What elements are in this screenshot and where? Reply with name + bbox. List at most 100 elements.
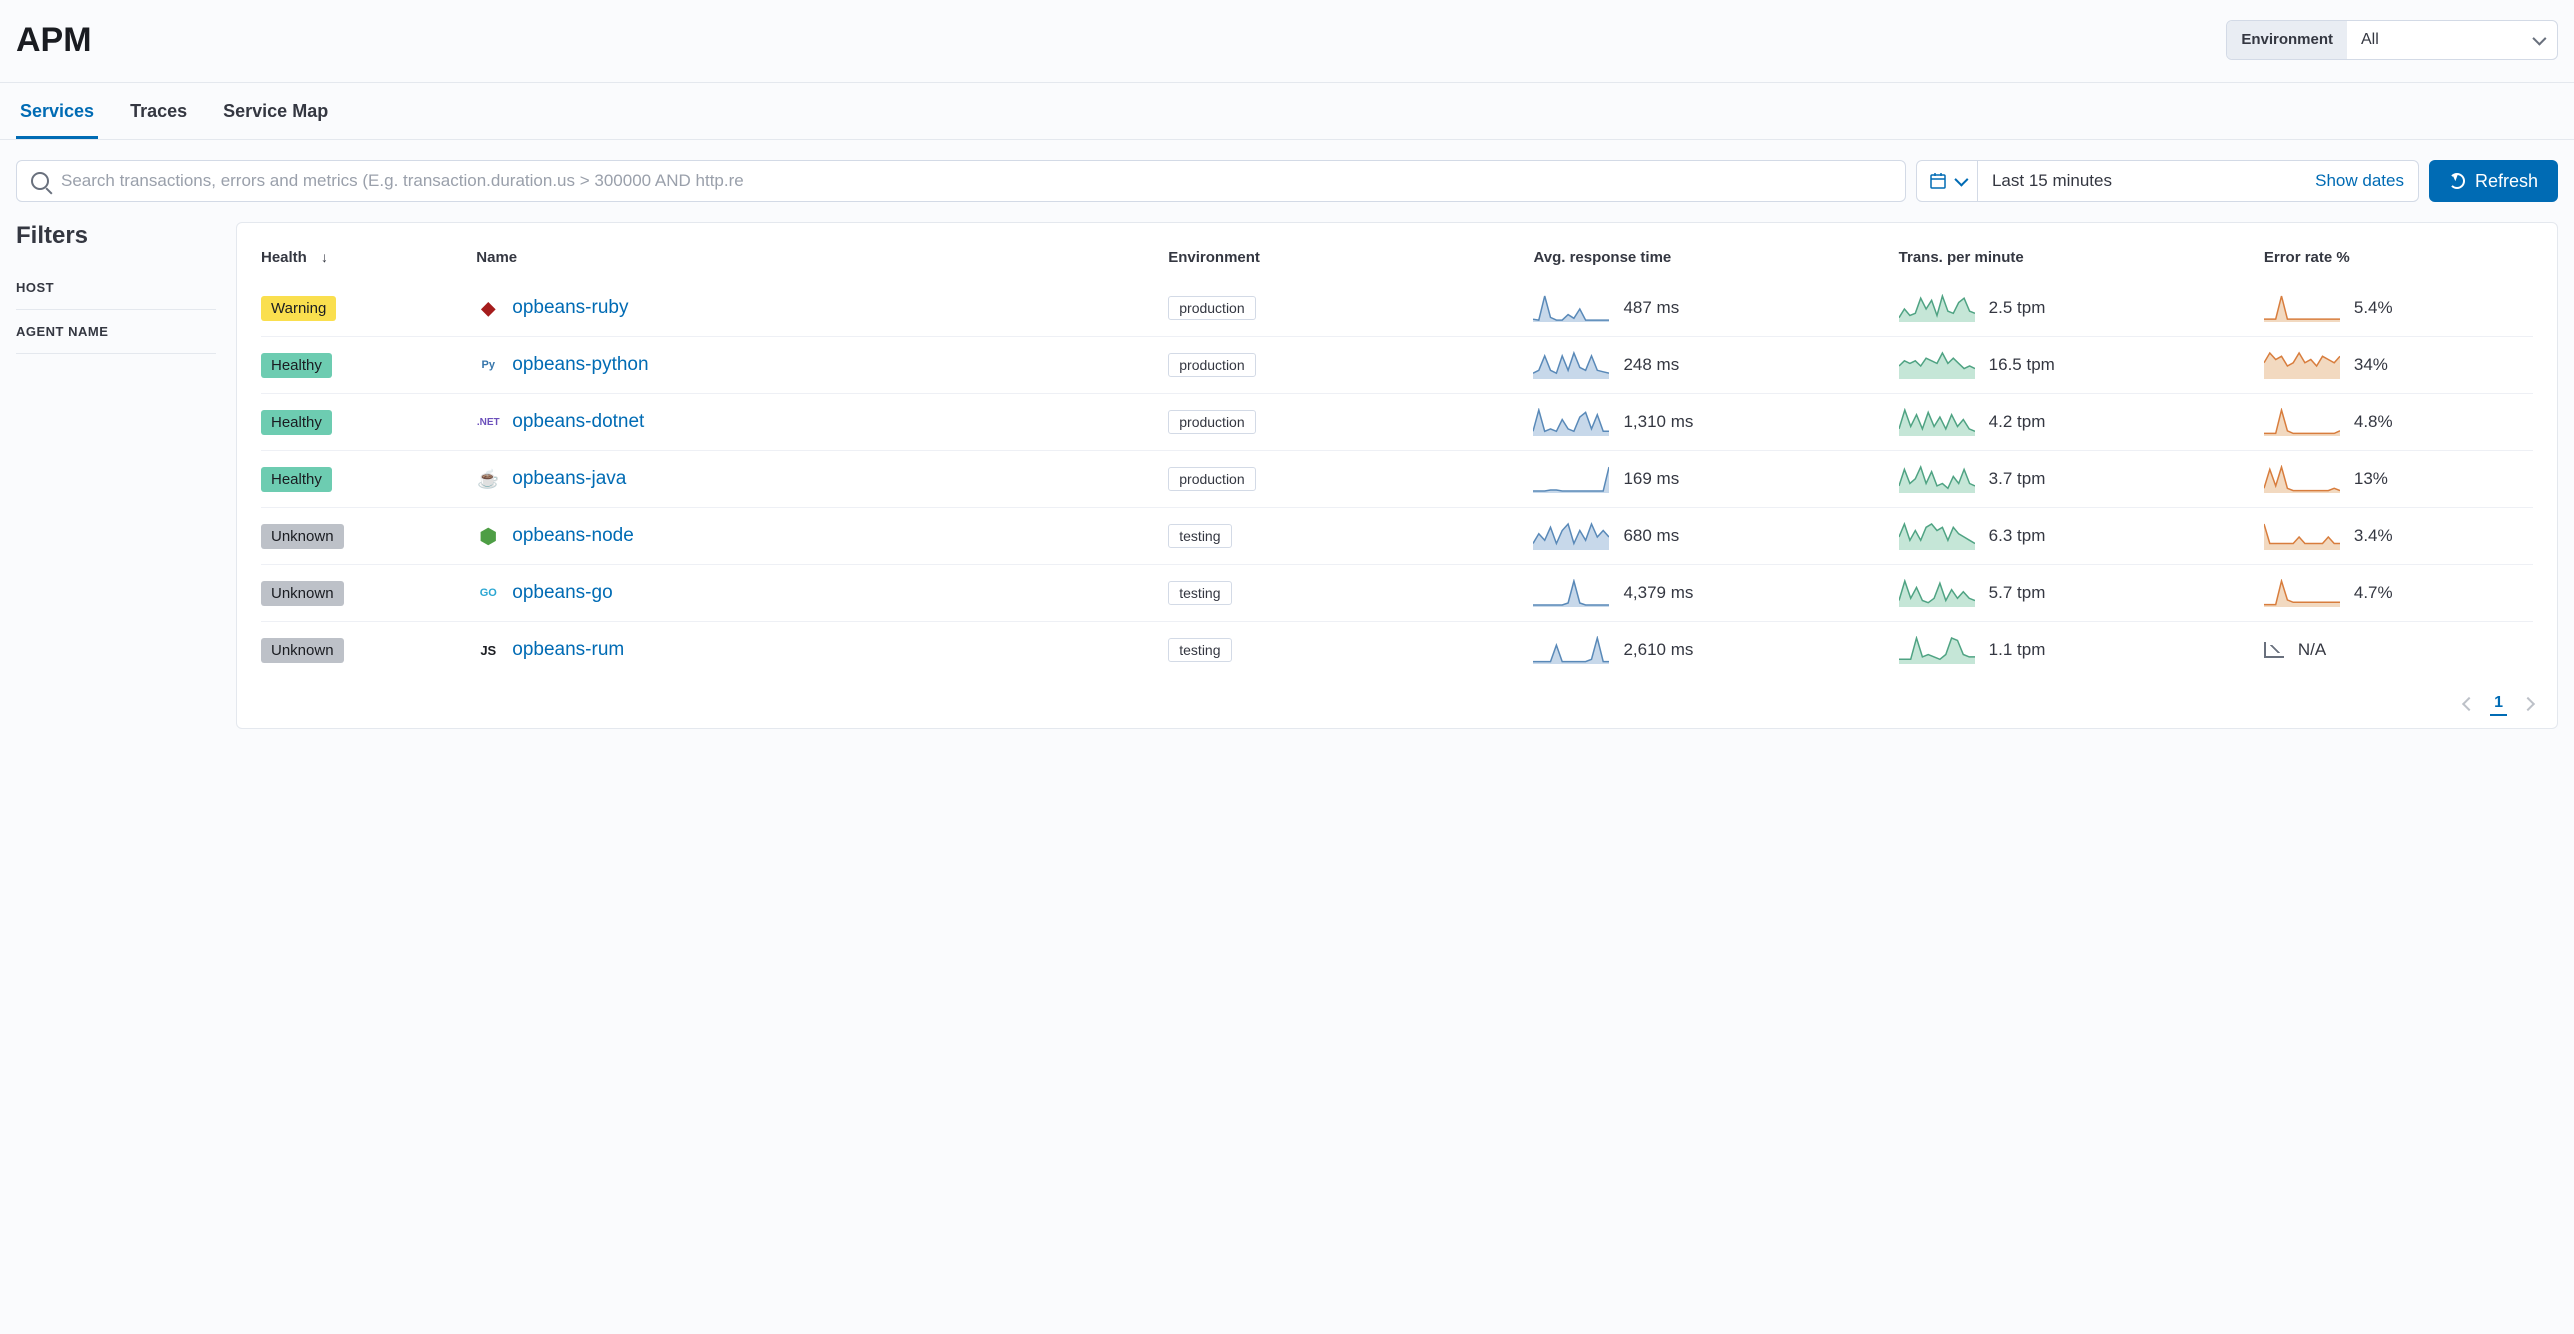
sparkline-err [2264, 465, 2340, 493]
response-time-value: 248 ms [1623, 355, 1679, 375]
response-time-value: 487 ms [1623, 298, 1679, 318]
table-row: Unknown JS opbeans-rum testing 2,610 ms … [261, 622, 2533, 679]
sparkline-resp [1533, 465, 1609, 493]
error-rate-value: 4.7% [2354, 583, 2393, 603]
tpm-value: 3.7 tpm [1989, 469, 2046, 489]
chart-unavailable-icon [2264, 642, 2284, 658]
chevron-down-icon [2532, 32, 2546, 46]
services-table: Health ↓ Name Environment Avg. response … [261, 239, 2533, 678]
sparkline-err [2264, 579, 2340, 607]
service-link[interactable]: opbeans-ruby [512, 297, 628, 319]
pagination-next[interactable] [2521, 697, 2535, 711]
tpm-value: 16.5 tpm [1989, 355, 2055, 375]
date-picker-group: Last 15 minutes Show dates [1916, 160, 2419, 202]
error-rate-value: 3.4% [2354, 526, 2393, 546]
pagination-page[interactable]: 1 [2490, 692, 2507, 716]
service-link[interactable]: opbeans-go [512, 582, 612, 604]
tab-traces[interactable]: Traces [126, 83, 191, 139]
response-time-value: 4,379 ms [1623, 583, 1693, 603]
ruby-icon: ◆ [476, 296, 500, 320]
sparkline-resp [1533, 636, 1609, 664]
refresh-label: Refresh [2475, 171, 2538, 192]
pagination-prev[interactable] [2462, 697, 2476, 711]
quick-date[interactable]: Last 15 minutes Show dates [1978, 161, 2418, 201]
tab-services[interactable]: Services [16, 83, 98, 139]
chevron-down-icon [1954, 173, 1968, 187]
tpm-value: 4.2 tpm [1989, 412, 2046, 432]
service-link[interactable]: opbeans-rum [512, 639, 624, 661]
service-link[interactable]: opbeans-dotnet [512, 411, 644, 433]
dotnet-icon: .NET [476, 410, 500, 434]
environment-tag: testing [1168, 638, 1231, 662]
environment-value[interactable]: All [2347, 21, 2557, 59]
environment-selector[interactable]: Environment All [2226, 20, 2558, 60]
filter-section-agent-name[interactable]: AGENT NAME [16, 310, 216, 354]
health-badge: Healthy [261, 410, 332, 435]
response-time-value: 1,310 ms [1623, 412, 1693, 432]
health-badge: Healthy [261, 353, 332, 378]
sparkline-resp [1533, 579, 1609, 607]
error-rate-value: 34% [2354, 355, 2388, 375]
tpm-value: 2.5 tpm [1989, 298, 2046, 318]
service-link[interactable]: opbeans-node [512, 525, 634, 547]
java-icon: ☕ [476, 467, 500, 491]
show-dates-link[interactable]: Show dates [2315, 171, 2404, 191]
error-rate-value: 4.8% [2354, 412, 2393, 432]
python-icon: Py [476, 353, 500, 377]
filter-section-host[interactable]: HOST [16, 266, 216, 310]
column-error-rate[interactable]: Error rate % [2264, 239, 2533, 280]
error-rate-value: 13% [2354, 469, 2388, 489]
refresh-icon [2449, 173, 2465, 189]
node-icon: ⬢ [476, 524, 500, 548]
health-badge: Unknown [261, 581, 344, 606]
table-row: Unknown GO opbeans-go testing 4,379 ms 5… [261, 565, 2533, 622]
sparkline-tpm [1899, 579, 1975, 607]
response-time-value: 2,610 ms [1623, 640, 1693, 660]
sparkline-err [2264, 408, 2340, 436]
health-badge: Unknown [261, 638, 344, 663]
environment-tag: testing [1168, 581, 1231, 605]
sparkline-resp [1533, 351, 1609, 379]
services-panel: Health ↓ Name Environment Avg. response … [236, 222, 2558, 729]
sparkline-tpm [1899, 522, 1975, 550]
page-title: APM [16, 21, 92, 60]
column-environment[interactable]: Environment [1168, 239, 1533, 280]
sparkline-err [2264, 522, 2340, 550]
table-row: Healthy Py opbeans-python production 248… [261, 337, 2533, 394]
column-trans-per-minute[interactable]: Trans. per minute [1899, 239, 2264, 280]
column-health[interactable]: Health ↓ [261, 239, 476, 280]
tabs: Services Traces Service Map [0, 83, 2574, 140]
table-row: Healthy .NET opbeans-dotnet production 1… [261, 394, 2533, 451]
response-time-value: 680 ms [1623, 526, 1679, 546]
health-badge: Unknown [261, 524, 344, 549]
tab-service-map[interactable]: Service Map [219, 83, 332, 139]
search-icon [31, 172, 49, 190]
refresh-button[interactable]: Refresh [2429, 160, 2558, 202]
environment-tag: production [1168, 410, 1255, 434]
filters-title: Filters [16, 222, 216, 250]
table-row: Unknown ⬢ opbeans-node testing 680 ms 6.… [261, 508, 2533, 565]
column-name[interactable]: Name [476, 239, 1168, 280]
search-input[interactable] [61, 171, 1891, 191]
tpm-value: 1.1 tpm [1989, 640, 2046, 660]
service-link[interactable]: opbeans-java [512, 468, 626, 490]
filters-sidebar: Filters HOSTAGENT NAME [16, 222, 216, 354]
sparkline-tpm [1899, 294, 1975, 322]
sparkline-resp [1533, 294, 1609, 322]
tpm-value: 6.3 tpm [1989, 526, 2046, 546]
service-link[interactable]: opbeans-python [512, 354, 648, 376]
error-rate-value: 5.4% [2354, 298, 2393, 318]
environment-tag: production [1168, 296, 1255, 320]
sparkline-err [2264, 351, 2340, 379]
column-response-time[interactable]: Avg. response time [1533, 239, 1898, 280]
date-picker-button[interactable] [1917, 161, 1978, 201]
search-box[interactable] [16, 160, 1906, 202]
sparkline-tpm [1899, 465, 1975, 493]
environment-label: Environment [2227, 21, 2347, 59]
table-row: Warning ◆ opbeans-ruby production 487 ms… [261, 280, 2533, 337]
error-rate-value: N/A [2298, 640, 2326, 660]
js-icon: JS [476, 638, 500, 662]
sparkline-tpm [1899, 351, 1975, 379]
quick-date-label: Last 15 minutes [1992, 171, 2112, 191]
tpm-value: 5.7 tpm [1989, 583, 2046, 603]
